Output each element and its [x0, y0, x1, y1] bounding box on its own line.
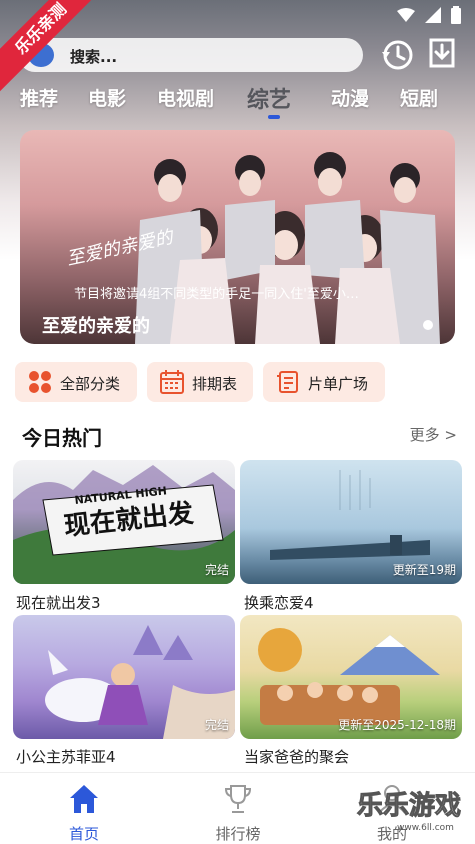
list-icon — [277, 371, 298, 393]
tab-anime[interactable]: 动漫 — [331, 84, 369, 111]
wifi-icon — [397, 8, 415, 22]
all-categories-label: 全部分类 — [60, 375, 121, 393]
playlist-square-button[interactable]: 片单广场 — [263, 362, 385, 402]
show-card[interactable]: 现在就出发 NATURAL HIGH 完结 — [13, 460, 235, 584]
search-input[interactable]: 搜索... — [18, 38, 363, 72]
tab-variety[interactable]: 综艺 — [247, 82, 291, 114]
status-badge: 完结 — [204, 718, 229, 732]
carousel-indicator[interactable] — [423, 320, 433, 330]
download-icon[interactable] — [425, 36, 459, 70]
show-poster: 现在就出发 NATURAL HIGH — [13, 465, 235, 584]
show-poster — [45, 625, 235, 739]
svg-text:www.6ll.com: www.6ll.com — [397, 823, 454, 833]
show-title[interactable]: 换乘恋爱4 — [244, 592, 314, 613]
nav-home-label: 首页 — [68, 825, 99, 843]
trophy-icon — [224, 785, 252, 813]
category-tabs: 推荐 电影 电视剧 综艺 动漫 短剧 — [0, 84, 475, 124]
status-badge: 更新至19期 — [392, 563, 456, 577]
tab-tv[interactable]: 电视剧 — [157, 84, 214, 111]
site-watermark: 乐乐游戏 www.6ll.com — [357, 791, 462, 834]
show-title[interactable]: 现在就出发3 — [16, 592, 101, 613]
more-link[interactable]: 更多 > — [410, 424, 457, 445]
calendar-icon — [160, 370, 184, 394]
tab-indicator — [268, 115, 280, 119]
show-title[interactable]: 当家爸爸的聚会 — [244, 746, 349, 767]
tab-recommend[interactable]: 推荐 — [20, 84, 58, 111]
show-card[interactable]: 更新至2025-12-18期 — [240, 615, 462, 739]
tab-short[interactable]: 短剧 — [400, 84, 438, 111]
search-placeholder: 搜索... — [70, 48, 118, 66]
history-icon[interactable] — [380, 38, 414, 72]
tab-movie[interactable]: 电影 — [88, 84, 126, 111]
battery-icon — [451, 6, 461, 24]
schedule-label: 排期表 — [192, 375, 238, 393]
schedule-button[interactable]: 排期表 — [147, 362, 253, 402]
playlist-square-label: 片单广场 — [308, 375, 369, 393]
show-title[interactable]: 小公主苏菲亚4 — [16, 746, 116, 767]
nav-ranking[interactable]: 排行榜 — [198, 783, 278, 843]
banner-title: 至爱的亲爱的 — [42, 316, 150, 337]
all-categories-button[interactable]: 全部分类 — [15, 362, 137, 402]
nav-ranking-label: 排行榜 — [215, 825, 261, 843]
home-icon — [70, 785, 98, 813]
status-badge: 更新至2025-12-18期 — [338, 718, 456, 732]
show-card[interactable]: 更新至19期 — [240, 460, 462, 584]
signal-icon — [425, 7, 441, 23]
nav-home[interactable]: 首页 — [44, 783, 124, 843]
hero-banner[interactable]: 至爱的亲爱的 节目将邀请4组不同类型的手足一同入住'至爱小… 至爱的亲爱的 — [20, 130, 455, 344]
status-badge: 完结 — [204, 563, 229, 577]
svg-text:乐乐游戏: 乐乐游戏 — [357, 791, 461, 821]
section-title: 今日热门 — [22, 426, 102, 450]
show-card[interactable]: 完结 — [13, 615, 235, 739]
banner-caption: 节目将邀请4组不同类型的手足一同入住'至爱小… — [74, 287, 359, 302]
grid-icon — [29, 371, 51, 393]
